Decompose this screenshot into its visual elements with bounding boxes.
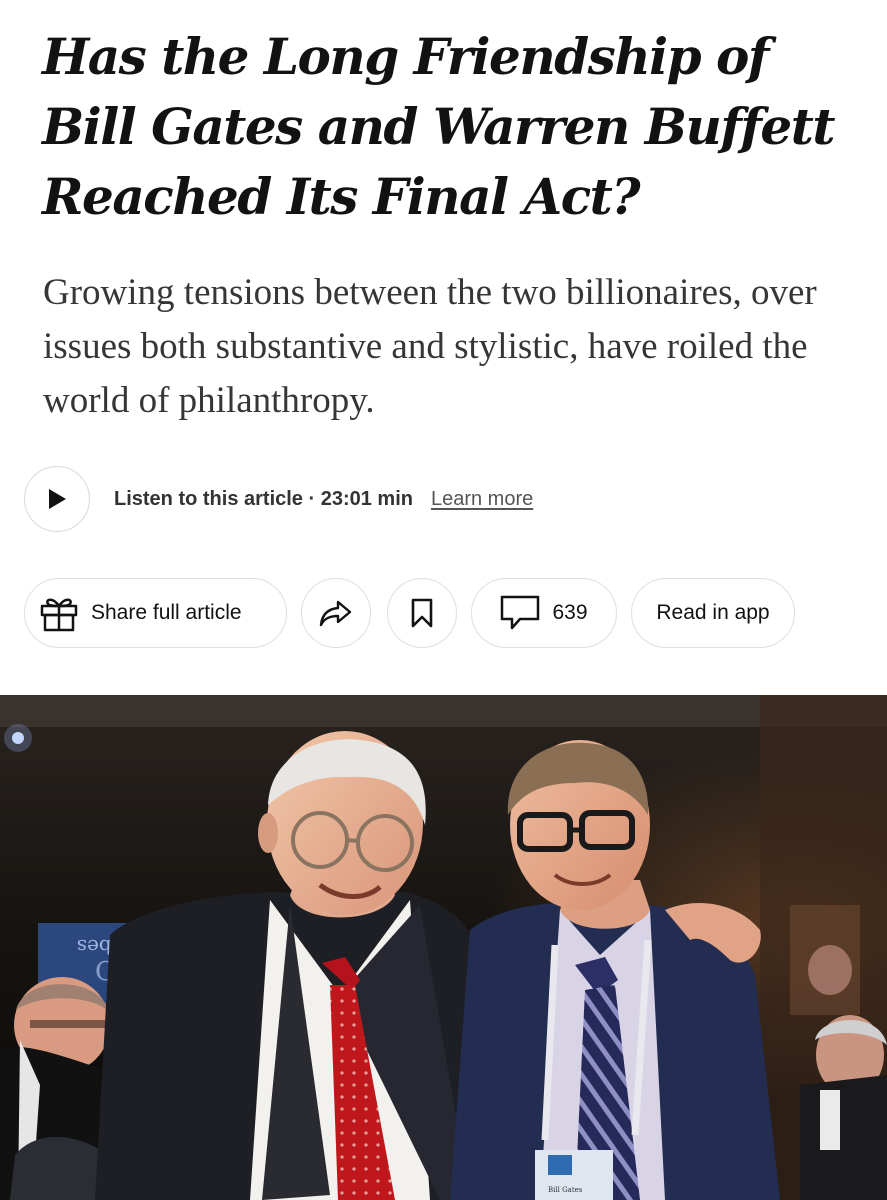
comment-icon xyxy=(501,595,540,630)
listen-label: Listen to this article · 23:01 min xyxy=(114,487,413,510)
article-toolbar: Share full article 639 Read in app xyxy=(24,576,795,650)
save-bookmark-button[interactable] xyxy=(387,578,457,648)
share-arrow-icon xyxy=(319,600,352,627)
bookmark-icon xyxy=(411,598,433,628)
forward-share-button[interactable] xyxy=(301,578,371,648)
comments-button[interactable]: 639 xyxy=(471,578,617,648)
read-in-app-label: Read in app xyxy=(656,601,770,624)
play-icon xyxy=(49,489,66,509)
article-headline: Has the Long Friendship of Bill Gates an… xyxy=(42,27,835,226)
share-label: Share full article xyxy=(91,601,242,624)
audio-player: Listen to this article · 23:01 min Learn… xyxy=(24,464,864,534)
article-photo: Forbes OC Bill Gates xyxy=(0,695,887,1200)
article-summary: Growing tensions between the two billion… xyxy=(43,272,817,421)
comments-count: 639 xyxy=(552,601,588,624)
name-badge-text: Bill Gates xyxy=(548,1186,583,1194)
share-full-article-button[interactable]: Share full article xyxy=(24,578,287,648)
gift-icon xyxy=(40,598,78,632)
learn-more-link[interactable]: Learn more xyxy=(431,488,533,511)
read-in-app-button[interactable]: Read in app xyxy=(631,578,795,648)
play-button[interactable] xyxy=(24,466,90,532)
